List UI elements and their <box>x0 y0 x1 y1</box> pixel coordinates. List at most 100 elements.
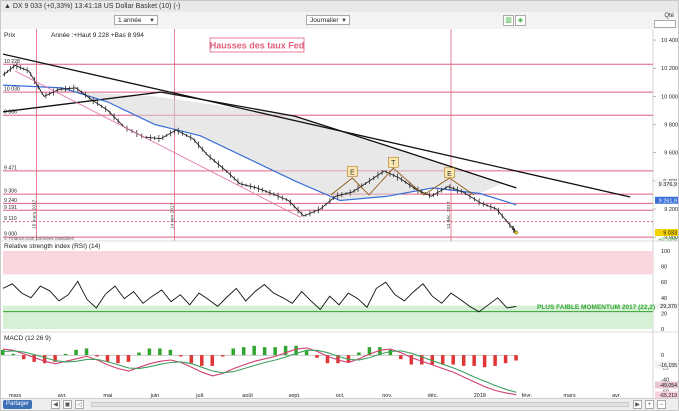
macd-value-label-1: -49,054 <box>659 383 677 389</box>
macd-histogram-bar <box>189 355 194 364</box>
chart-window: ▲ DX 9 033 (+0,33%) 13:41:18 US Dollar B… <box>0 0 679 411</box>
price-panel: 10 22810 0309 8669 4719 3069 2409 1919 1… <box>1 29 678 244</box>
macd-histogram-bar <box>158 348 162 356</box>
level-label-3: 9 471 <box>4 165 17 171</box>
macd-histogram-bar <box>95 355 99 357</box>
level-label-1: 10 030 <box>4 87 20 93</box>
macd-histogram-bar <box>514 355 518 361</box>
share-button[interactable]: Partager <box>3 400 33 409</box>
macd-panel: 0-20-40-60-16,155-49,054-65,219 MACD (12… <box>1 331 678 401</box>
macd-histogram-bar <box>357 352 361 356</box>
price-value-label-2: 9 261,9 <box>659 198 677 204</box>
macd-histogram-bar <box>1 349 5 356</box>
rsi-panel: 02040608010029,370 Relative strength ind… <box>1 240 678 333</box>
macd-histogram-bar <box>273 347 277 356</box>
macd-histogram-bar <box>105 355 110 362</box>
macd-histogram-bar <box>388 349 393 356</box>
level-label-4: 9 306 <box>4 189 17 195</box>
chevron-down-icon: ▼ <box>149 18 155 24</box>
macd-histogram-bar <box>451 355 455 365</box>
level-label-6: 9 191 <box>4 205 17 211</box>
rsi-tick-label-4: 80 <box>661 265 667 271</box>
price-value-label-3: 9 033 <box>663 231 677 237</box>
toolbar: 1 année ▼ Journalier ▼ ▥ ◈ Qté <box>1 12 678 30</box>
interval-select[interactable]: Journalier ▼ <box>306 15 350 25</box>
price-panel-header: Année :+Haut 9 228 +Bas 8 994 <box>51 32 144 39</box>
last-price-marker <box>514 230 519 235</box>
rsi-tick-label-2: 40 <box>661 296 667 302</box>
macd-histogram-bar <box>200 355 204 366</box>
zoom-icon[interactable]: ▣ <box>63 400 72 409</box>
scroll-right-icon[interactable]: ▶ <box>633 400 642 409</box>
macd-histogram-bar <box>116 355 120 364</box>
rsi-tick-label-3: 60 <box>661 280 667 286</box>
macd-histogram-bar <box>137 352 141 356</box>
chevron-down-icon: ▼ <box>341 18 347 24</box>
macd-histogram-bar <box>493 355 497 366</box>
rsi-last-value: 29,370 <box>660 304 677 310</box>
macd-histogram-bar <box>262 347 267 356</box>
rsi-overbought-band <box>3 251 653 275</box>
level-label-0: 10 228 <box>4 59 20 65</box>
macd-histogram-bar <box>472 355 476 366</box>
scroll-left-icon[interactable]: ◀ <box>51 400 60 409</box>
macd-histogram-bar <box>168 349 173 356</box>
pattern-label-0: E <box>350 169 355 176</box>
macd-histogram-bar <box>399 355 403 360</box>
level-label-5: 9 240 <box>4 198 17 204</box>
macd-tick-label-0: 0 <box>661 353 664 359</box>
chart-canvas[interactable]: 10 22810 0309 8669 4719 3069 2409 1919 1… <box>1 29 679 401</box>
price-tick-label-1: 9 200 <box>664 207 678 213</box>
pattern-label-1: T <box>391 160 396 167</box>
rsi-tick-label-1: 20 <box>661 311 667 317</box>
macd-histogram-bar <box>241 347 246 356</box>
rsi-annotation: PLUS FAIBLE MOMENTUM 2017 (22,2) <box>537 304 655 311</box>
price-tick-label-5: 10 000 <box>661 94 678 100</box>
period-select-value: 1 année <box>118 17 142 24</box>
fed-hike-date-1: 14 juin 2017 <box>170 203 176 229</box>
indicator-icon[interactable]: ◈ <box>515 15 526 26</box>
scroll-start-icon[interactable]: ◁ <box>75 400 84 409</box>
macd-histogram-bar <box>210 355 215 366</box>
price-tick-label-3: 9 600 <box>664 151 678 157</box>
pattern-label-2: E <box>447 171 452 178</box>
macd-histogram-bar <box>461 355 466 366</box>
macd-histogram-bar <box>482 355 487 368</box>
macd-histogram-bar <box>126 355 131 362</box>
price-tick-label-4: 9 800 <box>664 123 678 129</box>
price-panel-label: Prix <box>4 32 16 39</box>
qty-label: Qté <box>664 13 674 19</box>
data-source-note: © Finance.com Données retardées <box>4 235 75 241</box>
macd-histogram-bar <box>315 355 319 358</box>
macd-histogram-bar <box>220 355 225 357</box>
qty-input[interactable] <box>654 20 676 28</box>
interval-select-value: Journalier <box>310 17 339 24</box>
rsi-tick-label-5: 100 <box>661 249 670 255</box>
chart-type-icon[interactable]: ▥ <box>503 15 514 26</box>
zoom-out-icon[interactable]: − <box>657 400 666 409</box>
price-value-label-1: 9 376,9 <box>659 182 677 188</box>
bottom-bar: Partager ◀ ▣ ◁ ▶ + − <box>1 398 678 410</box>
rsi-panel-label: Relative strength index (RSI) (14) <box>4 243 100 250</box>
macd-histogram-bar <box>147 348 152 356</box>
macd-histogram-bar <box>84 348 89 356</box>
macd-histogram-bar <box>11 353 15 356</box>
macd-histogram-bar <box>252 345 256 356</box>
macd-histogram-bar <box>440 355 445 365</box>
macd-value-label-0: -16,155 <box>659 363 677 369</box>
macd-histogram-bar <box>231 348 235 356</box>
macd-histogram-bar <box>63 353 68 356</box>
price-tick-label-6: 10 200 <box>661 66 678 72</box>
timeline-scrollbar[interactable] <box>91 402 629 407</box>
macd-panel-label: MACD (12 26 9) <box>4 335 51 342</box>
fed-hike-date-0: 15 mars 2017 <box>31 199 37 229</box>
fed-hike-date-2: 13 déc. 2017 <box>446 201 452 229</box>
zoom-in-icon[interactable]: + <box>645 400 654 409</box>
window-title: ▲ DX 9 033 (+0,33%) 13:41:18 US Dollar B… <box>4 3 181 10</box>
fed-annotation: Hausses des taux Fed <box>210 41 305 51</box>
level-label-7: 9 110 <box>4 216 17 222</box>
period-select[interactable]: 1 année ▼ <box>114 15 158 25</box>
macd-histogram-bar <box>179 355 183 357</box>
macd-histogram-bar <box>74 349 78 356</box>
price-tick-label-7: 10 400 <box>661 38 678 44</box>
